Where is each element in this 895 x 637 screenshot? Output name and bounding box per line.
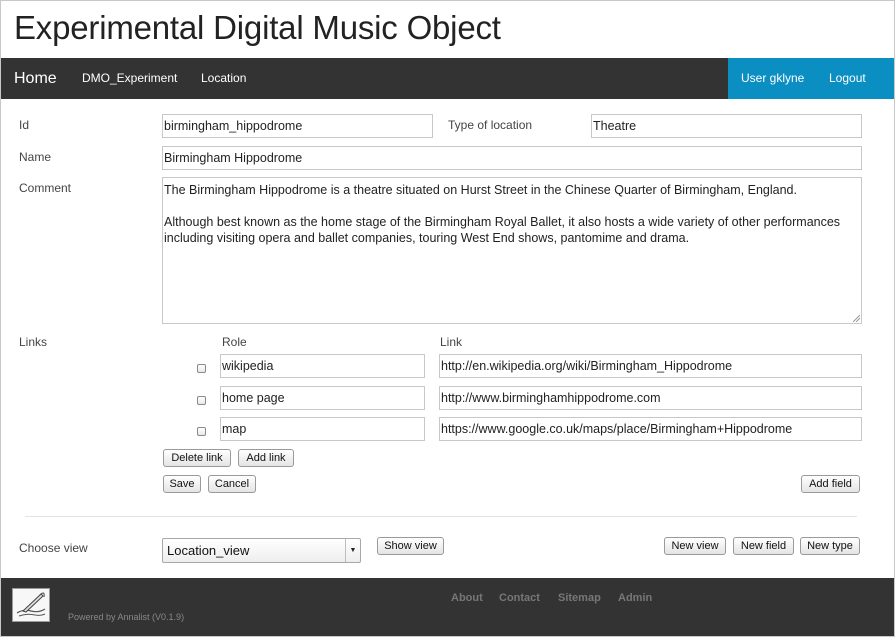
app-window: Experimental Digital Music Object Home D…	[0, 0, 895, 637]
top-navbar: Home DMO_Experiment Location User gklyne…	[1, 58, 894, 99]
name-input[interactable]	[162, 146, 862, 170]
footer-admin-link[interactable]: Admin	[618, 592, 652, 604]
nav-home-link[interactable]: Home	[14, 58, 57, 99]
view-select-value: Location_view	[167, 543, 250, 558]
link-url-input[interactable]	[439, 354, 862, 378]
view-select[interactable]: Location_view ▼	[162, 538, 361, 563]
logout-link[interactable]: Logout	[829, 58, 866, 99]
save-button[interactable]: Save	[163, 475, 201, 493]
link-role-input[interactable]	[220, 386, 425, 410]
add-link-button[interactable]: Add link	[238, 449, 294, 467]
powered-by-text: Powered by Annalist (V0.1.9)	[68, 612, 185, 622]
resize-grip-icon[interactable]	[852, 314, 860, 322]
nav-dmo-experiment-link[interactable]: DMO_Experiment	[82, 58, 177, 99]
id-input[interactable]	[162, 114, 433, 138]
link-select-checkbox[interactable]	[197, 364, 206, 373]
link-role-input[interactable]	[220, 354, 425, 378]
new-type-button[interactable]: New type	[800, 537, 860, 555]
new-view-button[interactable]: New view	[664, 537, 726, 555]
new-field-button[interactable]: New field	[733, 537, 794, 555]
user-area: User gklyne Logout	[728, 58, 894, 99]
id-label: Id	[19, 118, 30, 132]
link-role-input[interactable]	[220, 417, 425, 441]
page-title: Experimental Digital Music Object	[14, 9, 501, 46]
page-footer: About Contact Sitemap Admin Powered by A…	[1, 578, 894, 636]
cancel-button[interactable]: Cancel	[208, 475, 256, 493]
links-label: Links	[19, 335, 48, 349]
user-link[interactable]: User gklyne	[741, 58, 804, 99]
link-url-input[interactable]	[439, 386, 862, 410]
delete-link-button[interactable]: Delete link	[163, 449, 231, 467]
footer-sitemap-link[interactable]: Sitemap	[558, 592, 601, 604]
link-url-input[interactable]	[439, 417, 862, 441]
comment-textarea[interactable]: The Birmingham Hippodrome is a theatre s…	[162, 177, 862, 324]
role-column-header: Role	[222, 335, 247, 349]
link-select-checkbox[interactable]	[197, 427, 206, 436]
section-divider	[25, 516, 857, 517]
nav-location-link[interactable]: Location	[201, 58, 246, 99]
footer-about-link[interactable]: About	[451, 592, 483, 604]
type-input[interactable]	[591, 114, 862, 138]
link-column-header: Link	[440, 335, 463, 349]
show-view-button[interactable]: Show view	[377, 537, 444, 555]
comment-label: Comment	[19, 181, 72, 195]
add-field-button[interactable]: Add field	[801, 475, 860, 493]
choose-view-label: Choose view	[19, 541, 88, 555]
chevron-down-icon: ▼	[345, 539, 360, 562]
name-label: Name	[19, 150, 52, 164]
annalist-logo-icon	[12, 588, 50, 622]
footer-contact-link[interactable]: Contact	[499, 592, 540, 604]
link-select-checkbox[interactable]	[197, 396, 206, 405]
type-label: Type of location	[448, 118, 533, 132]
